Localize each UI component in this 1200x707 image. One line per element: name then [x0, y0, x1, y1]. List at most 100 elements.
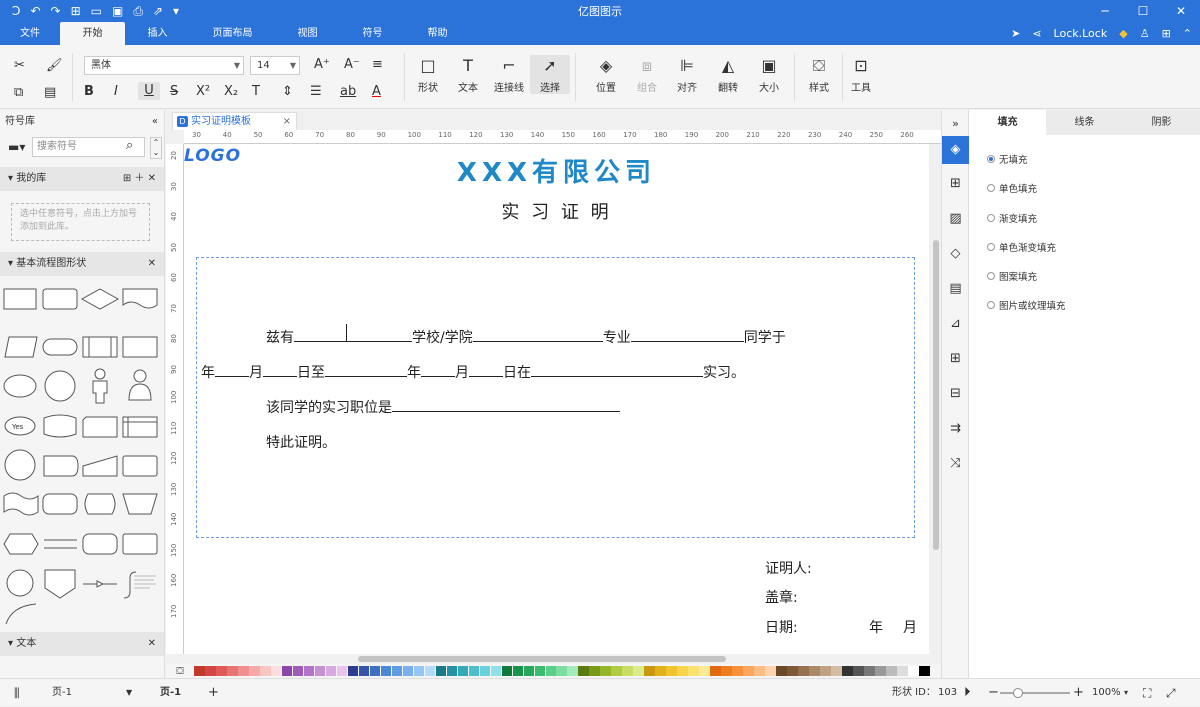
color-swatch[interactable]: [907, 666, 919, 676]
certificate-title[interactable]: 实 习 证 明: [184, 198, 929, 224]
color-swatch[interactable]: [490, 666, 502, 676]
color-swatch[interactable]: [358, 666, 370, 676]
color-palette[interactable]: ⛋: [166, 664, 941, 678]
fill-option-mono-gradient[interactable]: 单色渐变填充: [987, 240, 1056, 254]
color-swatch[interactable]: [721, 666, 732, 676]
color-swatch[interactable]: [754, 666, 765, 676]
hierarchy-icon[interactable]: ⊟: [942, 380, 969, 408]
close-icon[interactable]: ✕: [1162, 0, 1200, 22]
horizontal-scrollbar[interactable]: [184, 654, 931, 664]
tab-home[interactable]: 开始: [60, 22, 125, 45]
color-swatch[interactable]: [633, 666, 644, 676]
color-swatch[interactable]: [468, 666, 480, 676]
customize-icon[interactable]: ▾: [173, 0, 179, 22]
indent-icon[interactable]: ⇉: [942, 415, 969, 443]
font-family-select[interactable]: 黑体 ▼: [84, 56, 244, 75]
image-icon[interactable]: ▨: [942, 205, 969, 233]
color-swatch[interactable]: [732, 666, 743, 676]
tools-tool[interactable]: ⊡ 工具: [841, 55, 881, 94]
color-swatch[interactable]: [325, 666, 337, 676]
color-swatch[interactable]: [743, 666, 754, 676]
page-tab[interactable]: 页-1: [160, 679, 181, 707]
color-swatch[interactable]: [918, 666, 930, 676]
redo-icon[interactable]: ↷: [51, 0, 61, 22]
color-swatch[interactable]: [600, 666, 612, 676]
color-swatch[interactable]: [589, 666, 601, 676]
expand-panel-icon[interactable]: »: [942, 110, 969, 138]
zoom-in-icon[interactable]: +: [1073, 679, 1084, 707]
select-tool[interactable]: ➚ 选择: [530, 55, 570, 94]
color-swatch[interactable]: [270, 666, 282, 676]
save-icon[interactable]: ▣: [112, 0, 123, 22]
color-swatch[interactable]: [688, 666, 699, 676]
color-swatch[interactable]: [798, 666, 809, 676]
signature-stamp[interactable]: 盖章:: [765, 587, 798, 607]
tab-symbols[interactable]: 符号: [340, 22, 405, 45]
tab-page-layout[interactable]: 页面布局: [190, 22, 275, 45]
size-tool[interactable]: ▣ 大小: [749, 55, 789, 94]
user-name[interactable]: Lock.Lock: [1054, 27, 1108, 40]
color-swatch[interactable]: [831, 666, 842, 676]
color-swatch[interactable]: [622, 666, 633, 676]
export-icon[interactable]: ⇗: [153, 0, 163, 22]
underline-icon[interactable]: U: [138, 82, 160, 100]
color-swatch[interactable]: [424, 666, 436, 676]
color-swatch[interactable]: [820, 666, 831, 676]
maximize-icon[interactable]: ☐: [1124, 0, 1162, 22]
color-swatch[interactable]: [710, 666, 721, 676]
color-swatch[interactable]: [787, 666, 798, 676]
new-icon[interactable]: ⊞: [71, 0, 81, 22]
font-size-select[interactable]: 14 ▼: [250, 56, 300, 75]
color-swatch[interactable]: [578, 666, 590, 676]
chevron-down-icon[interactable]: ▼: [126, 679, 132, 707]
color-swatch[interactable]: [523, 666, 535, 676]
color-swatch[interactable]: [215, 666, 227, 676]
my-library-header[interactable]: ▾ 我的库 ⊞ ＋ ✕: [0, 167, 164, 191]
color-swatch[interactable]: [655, 666, 666, 676]
color-swatch[interactable]: [391, 666, 403, 676]
bold-icon[interactable]: B: [84, 83, 94, 101]
color-swatch[interactable]: [765, 666, 776, 676]
copy-icon[interactable]: ⧉: [14, 84, 23, 102]
style-tool[interactable]: ⛋ 样式: [799, 55, 839, 94]
color-swatch[interactable]: [809, 666, 820, 676]
print-icon[interactable]: ⎙: [133, 0, 143, 22]
tab-view[interactable]: 视图: [275, 22, 340, 45]
zoom-chevron-icon[interactable]: ▾: [1124, 679, 1128, 707]
paste-icon[interactable]: ▤: [44, 84, 56, 102]
fill-panel-icon[interactable]: ◈: [942, 136, 969, 164]
body-line-2[interactable]: 年月日至年月日在 实习。: [201, 362, 745, 382]
zoom-slider-thumb[interactable]: [1012, 688, 1023, 698]
subscript-icon[interactable]: X₂: [224, 83, 238, 101]
stepper-icon[interactable]: ⌃ ⌄: [150, 137, 162, 159]
text-align-icon[interactable]: ≡: [372, 56, 383, 74]
grid-apps-icon[interactable]: ⊞: [1162, 27, 1171, 40]
text-tool[interactable]: T 文本: [448, 55, 488, 94]
color-swatch[interactable]: [281, 666, 293, 676]
skin-icon[interactable]: ♙: [1140, 27, 1150, 40]
page-selector[interactable]: 页-1: [52, 679, 72, 707]
color-swatch[interactable]: [556, 666, 568, 676]
italic-icon[interactable]: I: [114, 83, 118, 101]
document-tab[interactable]: D 实习证明模板 ×: [172, 112, 297, 130]
chart-icon[interactable]: ⊿: [942, 310, 969, 338]
fill-option-none[interactable]: 无填充: [987, 152, 1028, 166]
highlight-icon[interactable]: ab: [340, 83, 356, 101]
company-name[interactable]: XXX有限公司: [184, 152, 929, 189]
zoom-out-icon[interactable]: −: [988, 679, 999, 707]
color-swatch[interactable]: [380, 666, 392, 676]
color-swatch[interactable]: [457, 666, 469, 676]
color-swatch[interactable]: [842, 666, 853, 676]
body-line-1[interactable]: 兹有 学校/学院 专业 同学于: [266, 327, 786, 347]
group-tool[interactable]: ⧈ 组合: [627, 55, 667, 94]
tab-shadow[interactable]: 阴影: [1123, 110, 1200, 135]
line-spacing-icon[interactable]: ⇕: [282, 83, 293, 101]
strikethrough-icon[interactable]: S: [170, 83, 178, 101]
color-swatch[interactable]: [545, 666, 557, 676]
search-icon[interactable]: ⌕: [126, 138, 133, 153]
color-swatch[interactable]: [776, 666, 787, 676]
color-swatch[interactable]: [666, 666, 677, 676]
color-swatch[interactable]: [226, 666, 238, 676]
zoom-level[interactable]: 100%: [1092, 679, 1121, 707]
fit-page-icon[interactable]: ⛶: [1143, 679, 1151, 707]
